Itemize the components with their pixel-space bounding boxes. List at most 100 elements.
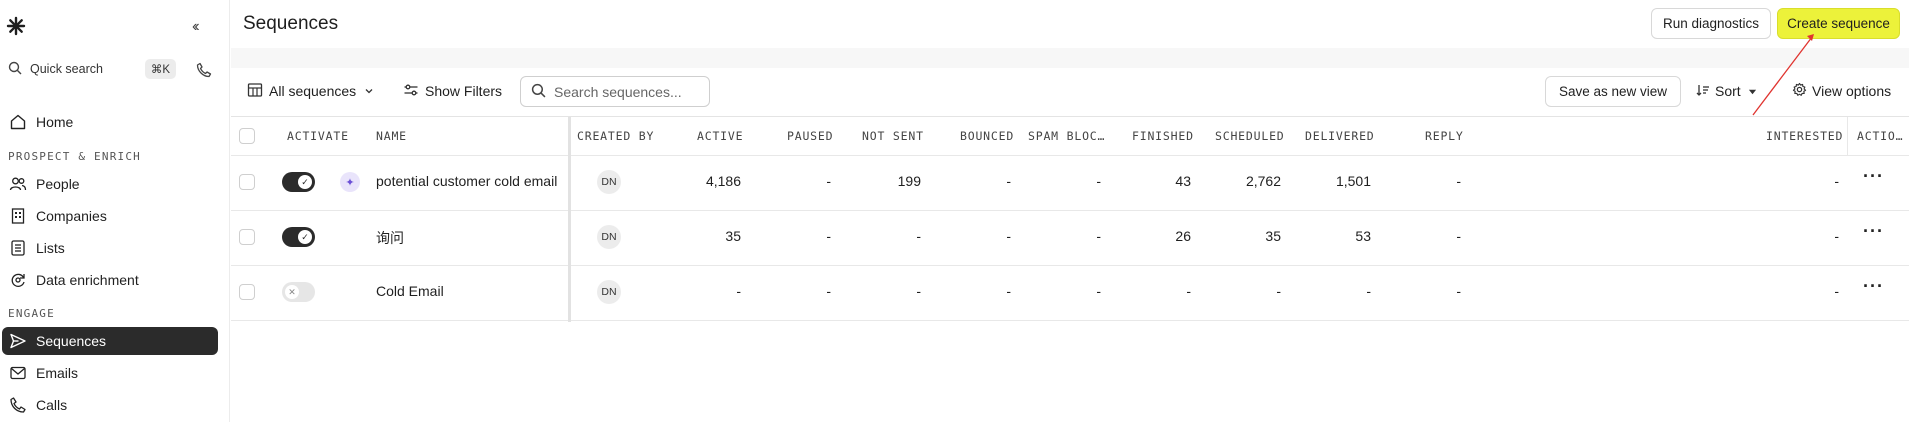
column-header-interested[interactable]: INTERESTED	[1766, 129, 1843, 143]
page-title: Sequences	[243, 13, 339, 34]
cell-reply: -	[1456, 173, 1461, 189]
shortcut-badge: ⌘K	[144, 59, 176, 79]
column-header-paused[interactable]: PAUSED	[787, 129, 833, 143]
sidebar-item-label: Emails	[36, 365, 79, 381]
sequence-name-link[interactable]: potential customer cold email	[376, 173, 557, 189]
cell-paused: -	[826, 228, 831, 244]
sidebar-item-companies[interactable]: Companies	[2, 202, 218, 230]
check-icon: ✓	[298, 230, 312, 244]
activate-toggle[interactable]: ✓	[282, 227, 315, 247]
cell-paused: -	[826, 283, 831, 299]
avatar: DN	[597, 170, 621, 194]
column-header-bounced[interactable]: BOUNCED	[960, 129, 1014, 143]
column-header-not-sent[interactable]: NOT SENT	[862, 129, 924, 143]
save-as-new-view-button[interactable]: Save as new view	[1545, 76, 1681, 107]
cell-active: 4,186	[705, 173, 741, 189]
activate-toggle[interactable]: ✓	[282, 172, 315, 192]
row-checkbox[interactable]	[239, 174, 255, 190]
search-box[interactable]	[520, 76, 710, 107]
cell-interested: -	[1834, 228, 1839, 244]
phone-icon	[8, 395, 28, 415]
sidebar-item-label: Companies	[36, 208, 107, 224]
row-more-options-icon[interactable]: ···	[1863, 221, 1884, 242]
cell-bounced: -	[1006, 228, 1011, 244]
table-icon	[247, 82, 263, 101]
cell-not-sent: -	[916, 283, 921, 299]
quick-search-label: Quick search	[30, 62, 103, 76]
sidebar-item-label: Lists	[36, 240, 65, 256]
sort-button[interactable]: Sort	[1696, 80, 1757, 102]
cell-active: 35	[725, 228, 741, 244]
row-checkbox[interactable]	[239, 284, 255, 300]
x-icon: ✕	[285, 285, 299, 299]
column-header-actions[interactable]: ACTIO…	[1857, 129, 1903, 143]
phone-icon[interactable]	[192, 58, 216, 82]
cell-not-sent: 199	[897, 173, 921, 189]
search-input[interactable]	[554, 83, 704, 100]
cell-scheduled: -	[1276, 283, 1281, 299]
sidebar-item-lists[interactable]: Lists	[2, 234, 218, 262]
show-filters-button[interactable]: Show Filters	[403, 80, 502, 102]
row-divider	[231, 265, 1909, 266]
select-all-checkbox[interactable]	[239, 128, 255, 144]
column-header-delivered[interactable]: DELIVERED	[1305, 129, 1375, 143]
cell-interested: -	[1834, 173, 1839, 189]
search-icon	[8, 61, 22, 78]
cell-scheduled: 2,762	[1245, 173, 1281, 189]
column-header-active[interactable]: ACTIVE	[697, 129, 743, 143]
activate-toggle[interactable]: ✕	[282, 282, 315, 302]
search-icon	[531, 83, 546, 101]
frozen-column-divider	[568, 117, 571, 322]
section-label-prospect: PROSPECT & ENRICH	[8, 150, 141, 163]
cell-interested: -	[1834, 283, 1839, 299]
building-icon	[8, 206, 28, 226]
sequence-name-link[interactable]: Cold Email	[376, 283, 444, 299]
cell-not-sent: -	[916, 228, 921, 244]
chevron-down-icon	[364, 83, 374, 99]
people-icon	[8, 174, 28, 194]
cell-active: -	[736, 283, 741, 299]
enrichment-icon	[8, 270, 28, 290]
filter-icon	[403, 82, 419, 101]
cell-delivered: 53	[1355, 228, 1371, 244]
sort-label: Sort	[1715, 83, 1741, 99]
sidebar: ‹‹ Quick search ⌘K Home PROSPECT & ENRIC…	[0, 0, 230, 422]
ai-sparkle-icon: ✦	[340, 172, 360, 192]
mail-icon	[8, 363, 28, 383]
sidebar-item-sequences[interactable]: Sequences	[2, 327, 218, 355]
cell-reply: -	[1456, 228, 1461, 244]
actions-column-divider	[1847, 117, 1848, 155]
column-header-finished[interactable]: FINISHED	[1132, 129, 1194, 143]
check-icon: ✓	[298, 175, 312, 189]
sidebar-item-label: People	[36, 176, 80, 192]
sidebar-item-calls[interactable]: Calls	[2, 391, 218, 419]
column-header-scheduled[interactable]: SCHEDULED	[1215, 129, 1285, 143]
cell-bounced: -	[1006, 283, 1011, 299]
row-more-options-icon[interactable]: ···	[1863, 276, 1884, 297]
cell-finished: 26	[1175, 228, 1191, 244]
sequence-name-link[interactable]: 询问	[376, 228, 404, 248]
sidebar-item-people[interactable]: People	[2, 170, 218, 198]
quick-search-button[interactable]: Quick search ⌘K	[4, 55, 180, 83]
sidebar-item-emails[interactable]: Emails	[2, 359, 218, 387]
column-header-spam-blocked[interactable]: SPAM BLOC…	[1028, 129, 1105, 143]
column-header-name[interactable]: NAME	[376, 129, 407, 143]
sidebar-item-label: Calls	[36, 397, 68, 413]
sidebar-item-home[interactable]: Home	[2, 108, 218, 136]
sidebar-item-data-enrichment[interactable]: Data enrichment	[2, 266, 218, 294]
sidebar-item-label: Sequences	[36, 333, 107, 349]
cell-delivered: 1,501	[1335, 173, 1371, 189]
collapse-sidebar-icon[interactable]: ‹‹	[192, 18, 199, 36]
column-header-reply[interactable]: REPLY	[1425, 129, 1464, 143]
show-filters-label: Show Filters	[425, 83, 503, 99]
apollo-logo-icon[interactable]	[6, 16, 26, 36]
sort-icon	[1696, 83, 1710, 100]
row-divider	[231, 320, 1909, 321]
column-header-activate[interactable]: ACTIVATE	[287, 129, 349, 143]
view-selector[interactable]: All sequences	[247, 80, 374, 102]
row-checkbox[interactable]	[239, 229, 255, 245]
list-icon	[8, 238, 28, 258]
column-header-created-by[interactable]: CREATED BY	[577, 129, 654, 143]
row-more-options-icon[interactable]: ···	[1863, 166, 1884, 187]
home-icon	[8, 112, 28, 132]
